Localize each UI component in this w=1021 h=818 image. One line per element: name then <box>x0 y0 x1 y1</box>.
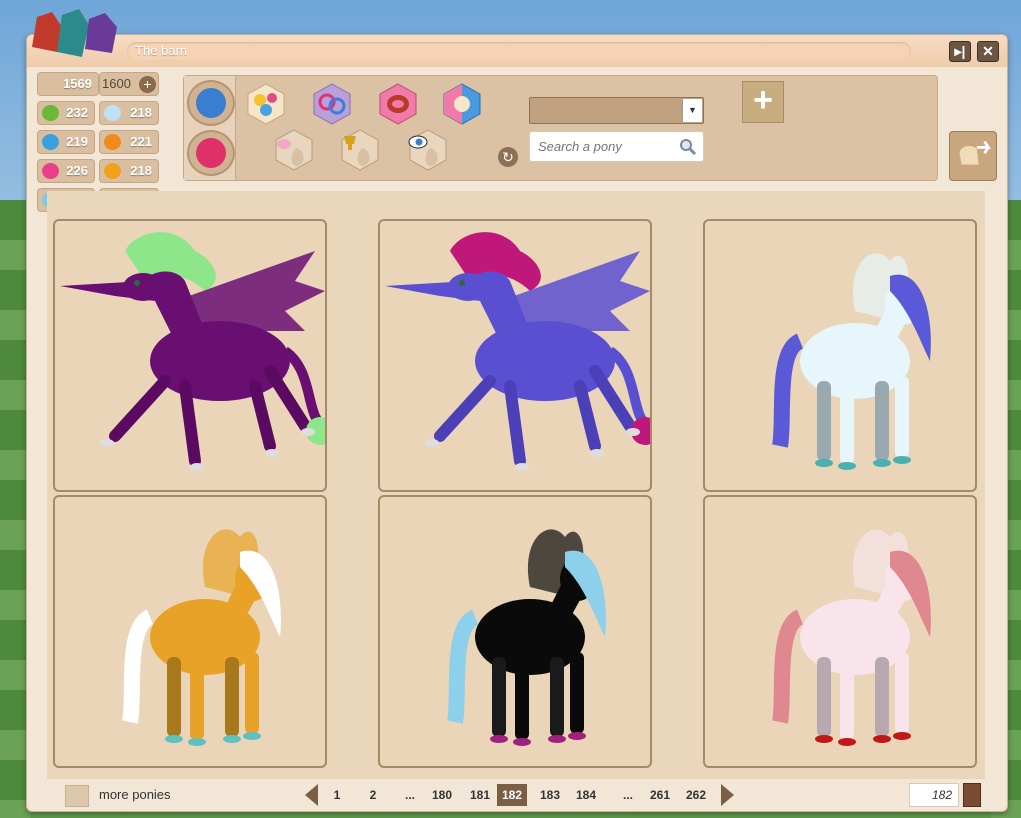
energy-max-stat: 1600 + <box>99 72 159 96</box>
energy-max-value: 1600 <box>102 76 131 91</box>
stat-value: 218 <box>130 105 152 120</box>
folder-tab-button[interactable] <box>187 80 235 126</box>
stat-cloud: 218 <box>99 101 159 125</box>
ponies-logo <box>32 9 117 57</box>
page-link[interactable]: 262 <box>681 784 711 806</box>
pony-card[interactable] <box>378 219 652 492</box>
plus-icon: + <box>753 81 773 119</box>
search-input[interactable] <box>530 132 670 161</box>
go-page-button[interactable] <box>963 783 981 807</box>
page-link[interactable]: 183 <box>535 784 565 806</box>
search-icon[interactable] <box>679 138 697 156</box>
stat-value: 226 <box>66 163 88 178</box>
collapse-button[interactable]: ▸| <box>949 41 971 62</box>
breeding-filter-icon[interactable] <box>376 82 420 126</box>
search-box <box>529 131 704 162</box>
close-button[interactable]: ✕ <box>977 41 999 62</box>
window-title: The barn <box>127 42 911 60</box>
add-button[interactable]: + <box>742 81 784 123</box>
cloud-icon <box>104 105 121 121</box>
heart-icon <box>42 163 59 179</box>
refresh-icon: ↻ <box>502 149 514 165</box>
star-icon <box>196 138 226 168</box>
more-ponies-label: more ponies <box>99 787 171 802</box>
send-pony-button[interactable] <box>949 131 997 181</box>
page-number-input[interactable]: 182 <box>909 783 959 807</box>
pony-illustration <box>122 529 281 746</box>
sort-select[interactable]: ▼ <box>529 97 704 124</box>
page-ellipsis: ... <box>404 788 415 802</box>
add-energy-button[interactable]: + <box>139 76 156 93</box>
page-link[interactable]: 180 <box>427 784 457 806</box>
barn-window: The barn ▸| ✕ 1569 1600 + 232 218 219 221 22… <box>26 9 1008 813</box>
pony-grid <box>47 191 985 779</box>
stat-value: 232 <box>66 105 88 120</box>
stat-value: 221 <box>130 134 152 149</box>
collapse-icon: ▸| <box>954 43 966 59</box>
unicorn-filter-icon[interactable] <box>272 128 316 172</box>
window-titlebar[interactable]: The barn ▸| ✕ <box>27 35 1007 67</box>
footprints-icon <box>42 134 59 150</box>
pony-card[interactable] <box>53 219 327 492</box>
page-link[interactable]: 261 <box>645 784 675 806</box>
page-link[interactable]: 1 <box>325 784 349 806</box>
pony-card[interactable] <box>703 495 977 768</box>
pony-transfer-icon <box>959 140 992 165</box>
page-link[interactable]: 2 <box>361 784 385 806</box>
more-ponies-checkbox[interactable] <box>65 785 89 807</box>
stat-footprints: 219 <box>37 130 95 154</box>
pony-illustration <box>447 529 606 746</box>
eye-filter-icon[interactable] <box>406 128 450 172</box>
chevron-down-icon[interactable]: ▼ <box>682 99 702 122</box>
gender-filter-icon[interactable] <box>310 82 354 126</box>
stat-heart: 226 <box>37 159 95 183</box>
folder-star-icon <box>196 88 226 118</box>
pony-card[interactable] <box>703 219 977 492</box>
apple-icon <box>42 105 59 121</box>
reset-filters-button[interactable]: ↻ <box>498 147 518 167</box>
next-page-arrow-icon[interactable] <box>721 784 734 806</box>
stat-value: 219 <box>66 134 88 149</box>
flame-icon <box>104 134 121 150</box>
prev-page-arrow-icon[interactable] <box>305 784 318 806</box>
page-link[interactable]: 181 <box>465 784 495 806</box>
page-link[interactable]: 184 <box>571 784 601 806</box>
stat-paw: 218 <box>99 159 159 183</box>
close-icon: ✕ <box>982 43 994 59</box>
energy-value: 1569 <box>63 76 92 91</box>
stat-flame: 221 <box>99 130 159 154</box>
pony-illustration <box>60 232 325 471</box>
stat-value: 218 <box>130 163 152 178</box>
pony-illustration <box>385 232 650 471</box>
star-tab-button[interactable] <box>187 130 235 176</box>
page-ellipsis: ... <box>622 788 633 802</box>
flowers-filter-icon[interactable] <box>244 82 288 126</box>
energy-stat: 1569 <box>37 72 99 96</box>
paw-icon <box>104 163 121 179</box>
filter-toolbar: ↻ ▼ + <box>183 75 938 181</box>
pony-card[interactable] <box>53 495 327 768</box>
pony-illustration <box>772 529 931 746</box>
view-tabs <box>184 76 236 180</box>
current-page[interactable]: 182 <box>497 784 527 806</box>
pagination-bar: more ponies 1 2... 180 181 182 183 184... 261 26… <box>27 779 1007 813</box>
trophy-filter-icon[interactable] <box>338 128 382 172</box>
couple-filter-icon[interactable] <box>440 82 484 126</box>
pony-illustration <box>772 253 931 470</box>
pony-card[interactable] <box>378 495 652 768</box>
stat-apple: 232 <box>37 101 95 125</box>
